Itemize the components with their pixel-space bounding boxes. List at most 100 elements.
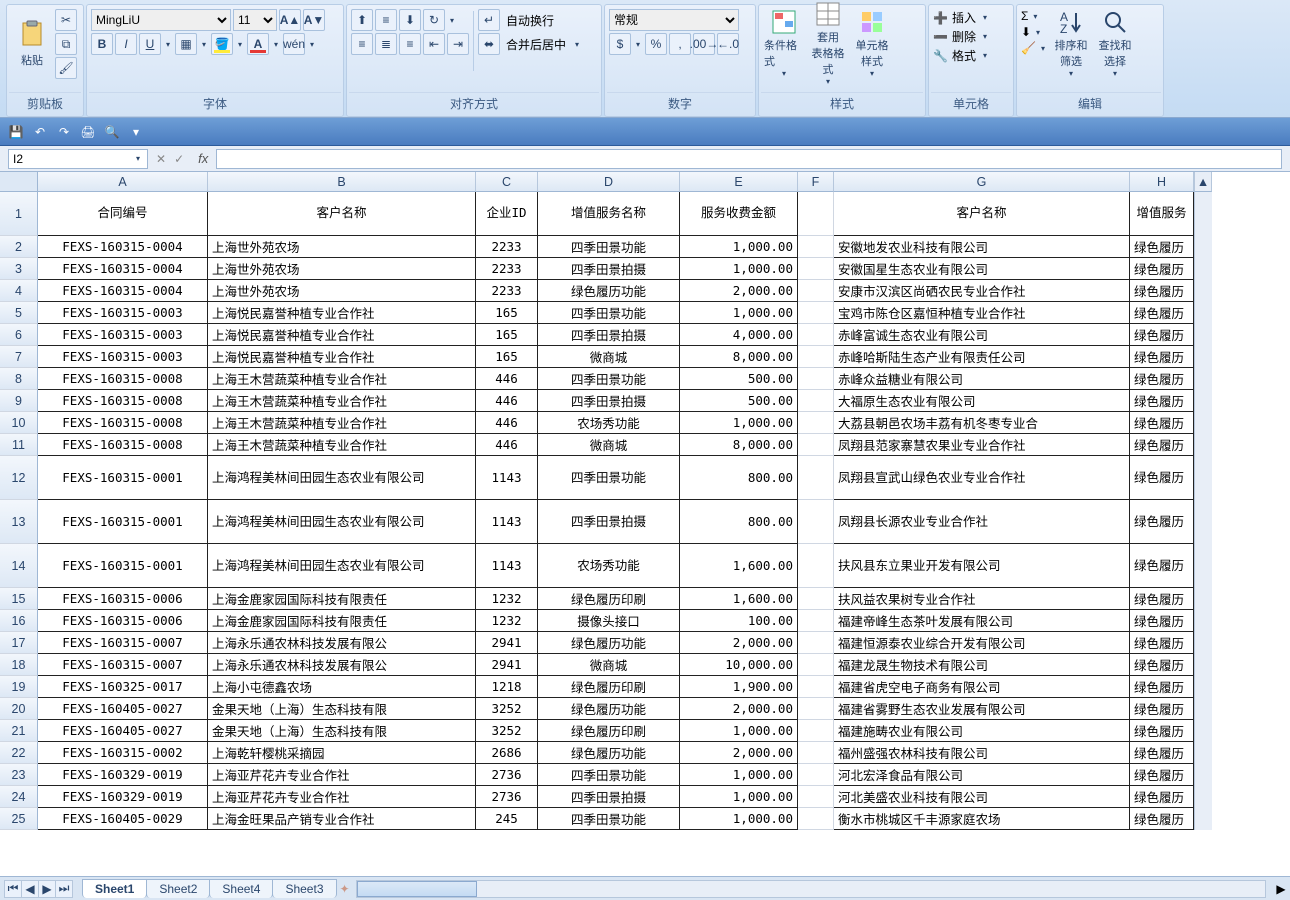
tab-nav-last[interactable]: ⏭ <box>55 880 73 898</box>
vscroll-track[interactable] <box>1194 544 1212 588</box>
cell-A6[interactable]: FEXS-160315-0003 <box>38 324 208 346</box>
name-box[interactable]: I2▾ <box>8 149 148 169</box>
cell-H9[interactable]: 绿色履历 <box>1130 390 1194 412</box>
insert-button[interactable]: ➕插入▾ <box>933 9 1009 26</box>
qat-preview-button[interactable]: 🔍 <box>102 122 122 142</box>
cell-B5[interactable]: 上海悦民嘉誉种植专业合作社 <box>208 302 476 324</box>
shrink-font-button[interactable]: A▼ <box>303 9 325 31</box>
font-color-button[interactable]: A <box>247 33 269 55</box>
header-cell-E[interactable]: 服务收费金额 <box>680 192 798 236</box>
underline-button[interactable]: U <box>139 33 161 55</box>
row-header-2[interactable]: 2 <box>0 236 38 258</box>
cell-C11[interactable]: 446 <box>476 434 538 456</box>
increase-indent-button[interactable]: ⇥ <box>447 33 469 55</box>
cut-button[interactable]: ✂ <box>55 9 77 31</box>
cell-F24[interactable] <box>798 786 834 808</box>
cell-F19[interactable] <box>798 676 834 698</box>
cell-C5[interactable]: 165 <box>476 302 538 324</box>
cell-B10[interactable]: 上海王木营蔬菜种植专业合作社 <box>208 412 476 434</box>
enter-icon[interactable]: ✓ <box>174 152 184 166</box>
cell-E12[interactable]: 800.00 <box>680 456 798 500</box>
cell-C3[interactable]: 2233 <box>476 258 538 280</box>
align-middle-button[interactable]: ≡ <box>375 9 397 31</box>
cell-D2[interactable]: 四季田景功能 <box>538 236 680 258</box>
cell-B16[interactable]: 上海金鹿家园国际科技有限责任 <box>208 610 476 632</box>
cell-D13[interactable]: 四季田景拍摄 <box>538 500 680 544</box>
vscroll-track[interactable] <box>1194 324 1212 346</box>
cell-A24[interactable]: FEXS-160329-0019 <box>38 786 208 808</box>
accounting-button[interactable]: $ <box>609 33 631 55</box>
fill-color-dropdown[interactable]: ▾ <box>235 40 245 49</box>
qat-redo-button[interactable]: ↷ <box>54 122 74 142</box>
cell-F23[interactable] <box>798 764 834 786</box>
row-header-10[interactable]: 10 <box>0 412 38 434</box>
vscroll-track[interactable] <box>1194 720 1212 742</box>
delete-button[interactable]: ➖删除▾ <box>933 28 1009 45</box>
sheet-tab-Sheet3[interactable]: Sheet3 <box>272 879 336 898</box>
cancel-icon[interactable]: ✕ <box>156 152 166 166</box>
cell-A5[interactable]: FEXS-160315-0003 <box>38 302 208 324</box>
cell-C16[interactable]: 1232 <box>476 610 538 632</box>
cell-D16[interactable]: 摄像头接口 <box>538 610 680 632</box>
fill-button[interactable]: ⬇▾ <box>1021 25 1048 39</box>
vscroll-track[interactable] <box>1194 456 1212 500</box>
col-header-H[interactable]: H <box>1130 172 1194 192</box>
cell-H13[interactable]: 绿色履历 <box>1130 500 1194 544</box>
cell-G13[interactable]: 凤翔县长源农业专业合作社 <box>834 500 1130 544</box>
cell-E7[interactable]: 8,000.00 <box>680 346 798 368</box>
cell-F18[interactable] <box>798 654 834 676</box>
cell-F22[interactable] <box>798 742 834 764</box>
cell-A14[interactable]: FEXS-160315-0001 <box>38 544 208 588</box>
fx-icon[interactable]: fx <box>198 151 208 166</box>
cell-E9[interactable]: 500.00 <box>680 390 798 412</box>
row-header-6[interactable]: 6 <box>0 324 38 346</box>
cell-C6[interactable]: 165 <box>476 324 538 346</box>
cell-D25[interactable]: 四季田景功能 <box>538 808 680 830</box>
vscroll-track[interactable] <box>1194 676 1212 698</box>
cell-E14[interactable]: 1,600.00 <box>680 544 798 588</box>
format-painter-button[interactable]: 🖌 <box>55 57 77 79</box>
sheet-tab-Sheet1[interactable]: Sheet1 <box>82 879 147 898</box>
align-bottom-button[interactable]: ⬇ <box>399 9 421 31</box>
sort-filter-button[interactable]: AZ排序和 筛选▾ <box>1050 9 1092 77</box>
cell-F5[interactable] <box>798 302 834 324</box>
paste-button[interactable]: 粘贴 <box>11 9 53 77</box>
cell-F6[interactable] <box>798 324 834 346</box>
align-left-button[interactable]: ≡ <box>351 33 373 55</box>
wrap-text-button[interactable]: ↵自动换行 <box>478 9 582 31</box>
cell-C18[interactable]: 2941 <box>476 654 538 676</box>
cell-E6[interactable]: 4,000.00 <box>680 324 798 346</box>
cell-G23[interactable]: 河北宏泽食品有限公司 <box>834 764 1130 786</box>
col-header-B[interactable]: B <box>208 172 476 192</box>
qat-more-button[interactable]: ▾ <box>126 122 146 142</box>
cell-H25[interactable]: 绿色履历 <box>1130 808 1194 830</box>
cell-A21[interactable]: FEXS-160405-0027 <box>38 720 208 742</box>
cell-H22[interactable]: 绿色履历 <box>1130 742 1194 764</box>
accounting-dropdown[interactable]: ▾ <box>633 40 643 49</box>
cell-G10[interactable]: 大荔县朝邑农场丰荔有机冬枣专业合 <box>834 412 1130 434</box>
vscroll-track[interactable] <box>1194 588 1212 610</box>
vscroll-track[interactable] <box>1194 236 1212 258</box>
cell-G15[interactable]: 扶风益农果树专业合作社 <box>834 588 1130 610</box>
cell-E22[interactable]: 2,000.00 <box>680 742 798 764</box>
cell-A25[interactable]: FEXS-160405-0029 <box>38 808 208 830</box>
cell-G7[interactable]: 赤峰哈斯陆生态产业有限责任公司 <box>834 346 1130 368</box>
cell-H16[interactable]: 绿色履历 <box>1130 610 1194 632</box>
vscroll-track[interactable] <box>1194 280 1212 302</box>
col-header-A[interactable]: A <box>38 172 208 192</box>
cell-C13[interactable]: 1143 <box>476 500 538 544</box>
font-size-select[interactable]: 11 <box>233 9 277 31</box>
cell-G12[interactable]: 凤翔县宣武山绿色农业专业合作社 <box>834 456 1130 500</box>
cell-E25[interactable]: 1,000.00 <box>680 808 798 830</box>
cell-G25[interactable]: 衡水市桃城区千丰源家庭农场 <box>834 808 1130 830</box>
cell-D4[interactable]: 绿色履历功能 <box>538 280 680 302</box>
cell-B7[interactable]: 上海悦民嘉誉种植专业合作社 <box>208 346 476 368</box>
cell-A3[interactable]: FEXS-160315-0004 <box>38 258 208 280</box>
cell-A20[interactable]: FEXS-160405-0027 <box>38 698 208 720</box>
cell-A19[interactable]: FEXS-160325-0017 <box>38 676 208 698</box>
cell-F21[interactable] <box>798 720 834 742</box>
header-cell-G[interactable]: 客户名称 <box>834 192 1130 236</box>
cell-F13[interactable] <box>798 500 834 544</box>
cell-F3[interactable] <box>798 258 834 280</box>
cell-B2[interactable]: 上海世外苑农场 <box>208 236 476 258</box>
